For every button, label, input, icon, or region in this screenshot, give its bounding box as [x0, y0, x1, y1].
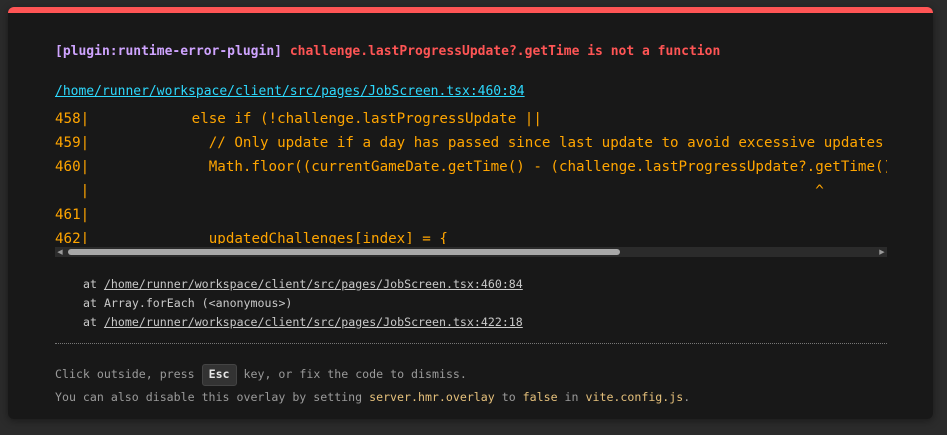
config-file: vite.config.js [585, 390, 684, 404]
stack-frame: at /home/runner/workspace/client/src/pag… [83, 277, 523, 291]
code-line: 458| else if (!challenge.lastProgressUpd… [55, 111, 542, 127]
code-line-caret: | ^ [55, 183, 824, 199]
error-file-link[interactable]: /home/runner/workspace/client/src/pages/… [55, 84, 525, 100]
code-frame-lines: 458| else if (!challenge.lastProgressUpd… [55, 107, 887, 244]
scroll-left-arrow-icon[interactable]: ◀ [56, 248, 64, 256]
divider [55, 343, 887, 344]
stack-frame: at /home/runner/workspace/client/src/pag… [83, 315, 523, 329]
scrollbar-thumb[interactable] [68, 249, 620, 255]
error-text: challenge.lastProgressUpdate?.getTime is… [289, 44, 721, 59]
code-line: 461| [55, 207, 90, 223]
esc-key: Esc [201, 363, 237, 386]
code-frame: 458| else if (!challenge.lastProgressUpd… [55, 107, 887, 257]
plugin-name: [plugin:runtime-error-plugin] [55, 44, 282, 59]
code-line: 462| updatedChallenges[index] = { [55, 231, 448, 244]
setting-value: false [522, 390, 558, 404]
stack-frame-link[interactable]: /home/runner/workspace/client/src/pages/… [104, 277, 523, 291]
tip-line-dismiss: Click outside, press Esc key, or fix the… [55, 361, 690, 388]
stack-frame: at Array.forEach (<anonymous>) [83, 296, 293, 310]
error-message: [plugin:runtime-error-plugin] challenge.… [55, 44, 720, 60]
stack-trace: at /home/runner/workspace/client/src/pag… [83, 275, 523, 332]
stack-frame-link[interactable]: /home/runner/workspace/client/src/pages/… [104, 315, 523, 329]
code-line: 459| // Only update if a day has passed … [55, 135, 884, 151]
horizontal-scrollbar[interactable]: ◀ ▶ [55, 247, 887, 257]
setting-name: server.hmr.overlay [369, 390, 495, 404]
scroll-right-arrow-icon[interactable]: ▶ [878, 248, 886, 256]
code-line: 460| Math.floor((currentGameDate.getTime… [55, 159, 887, 175]
tip-line-disable: You can also disable this overlay by set… [55, 390, 691, 404]
error-overlay: [plugin:runtime-error-plugin] challenge.… [8, 7, 933, 419]
dismiss-tip: Click outside, press Esc key, or fix the… [55, 361, 690, 407]
